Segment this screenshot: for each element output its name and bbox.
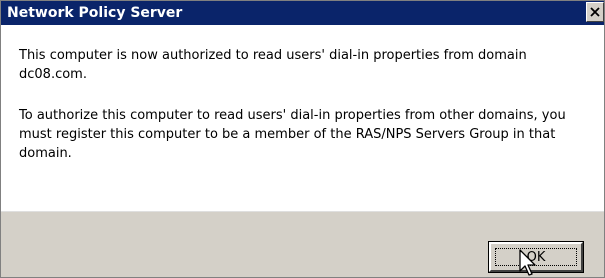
close-icon [590,7,600,17]
mouse-pointer-icon [519,249,536,276]
message-instructions: To authorize this computer to read users… [19,108,566,161]
window-title: Network Policy Server [7,5,183,21]
close-button[interactable] [586,2,604,22]
title-bar[interactable]: Network Policy Server [1,1,604,25]
dialog-window: Network Policy Server This computer is n… [0,0,605,278]
message-authorized: This computer is now authorized to read … [19,48,527,82]
